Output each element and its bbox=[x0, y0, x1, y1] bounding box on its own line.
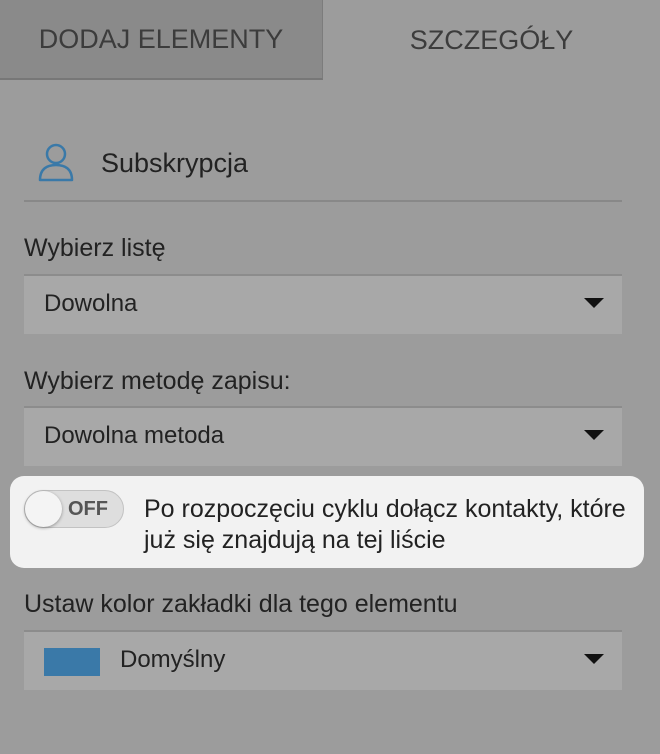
toggle-state-label: OFF bbox=[68, 498, 108, 520]
method-select-label: Wybierz metodę zapisu: bbox=[24, 367, 291, 395]
list-select-value: Dowolna bbox=[44, 290, 138, 317]
toggle-knob bbox=[25, 491, 62, 527]
color-swatch bbox=[44, 648, 100, 676]
existing-contacts-toggle[interactable]: OFF bbox=[24, 490, 124, 528]
color-select-value: Domyślny bbox=[120, 646, 226, 673]
tab-add-elements[interactable]: DODAJ ELEMENTY bbox=[0, 0, 323, 80]
tab-details[interactable]: SZCZEGÓŁY bbox=[323, 0, 660, 80]
existing-contacts-description: Po rozpoczęciu cyklu dołącz kontakty, kt… bbox=[144, 495, 626, 554]
method-select[interactable]: Dowolna metoda bbox=[24, 406, 622, 466]
method-select-value: Dowolna metoda bbox=[44, 422, 225, 449]
tab-bar: DODAJ ELEMENTY SZCZEGÓŁY bbox=[0, 0, 660, 80]
color-select[interactable]: Domyślny bbox=[24, 630, 622, 690]
list-select-label: Wybierz listę bbox=[24, 234, 166, 262]
existing-contacts-option: OFF Po rozpoczęciu cyklu dołącz kontakty… bbox=[10, 476, 644, 568]
user-icon bbox=[38, 143, 74, 182]
color-select-label: Ustaw kolor zakładki dla tego elementu bbox=[24, 590, 458, 618]
chevron-down-icon bbox=[584, 654, 604, 664]
list-select[interactable]: Dowolna bbox=[24, 274, 622, 334]
chevron-down-icon bbox=[584, 430, 604, 440]
section-title: Subskrypcja bbox=[101, 148, 249, 178]
section-header: Subskrypcja bbox=[24, 130, 622, 202]
chevron-down-icon bbox=[584, 298, 604, 308]
